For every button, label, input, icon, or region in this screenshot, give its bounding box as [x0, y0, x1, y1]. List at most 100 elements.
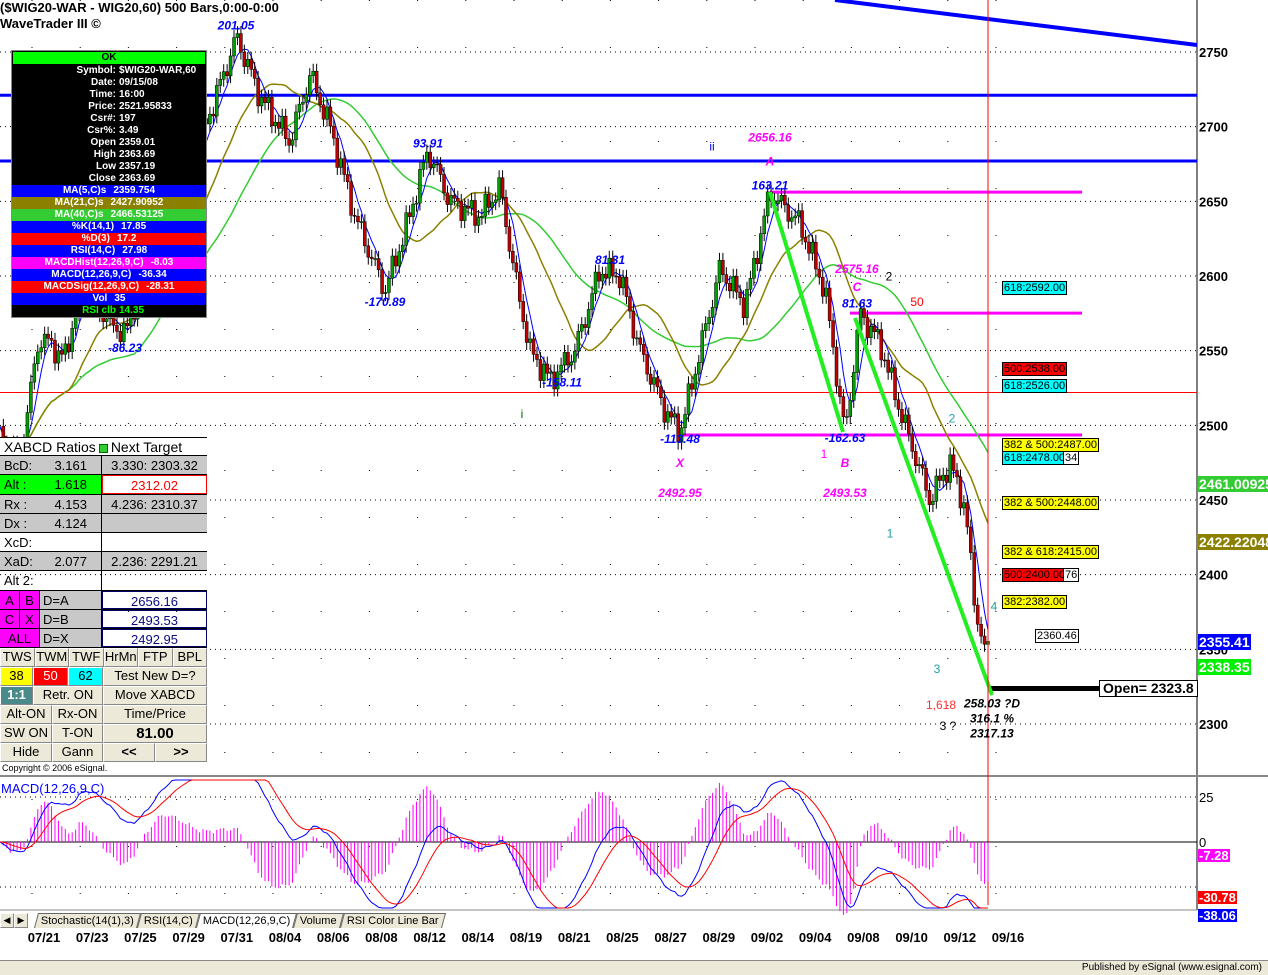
point-label: D=X [40, 628, 102, 648]
point-button[interactable]: A [0, 590, 20, 609]
candle [931, 500, 935, 505]
target-value [102, 513, 207, 532]
fib-level-box: 618:2526.00 [1002, 379, 1068, 394]
info-row: Csr#: 197 [12, 113, 206, 125]
axis-value-marker: 2422.22048 [1198, 533, 1268, 550]
point-button[interactable]: C [0, 609, 20, 628]
axis-value-marker: 2338.35 [1198, 659, 1251, 676]
info-label: Low [96, 161, 116, 172]
t-on-button[interactable]: T-ON [52, 724, 103, 744]
candle [400, 244, 405, 252]
ratio-button[interactable]: 1:1 [0, 686, 33, 706]
candle [411, 203, 415, 217]
candle [270, 97, 274, 127]
info-value: 09/15/08 [119, 77, 158, 88]
info-row: Open 2359.01 [12, 137, 206, 149]
move-xabcd-button[interactable]: Move XABCD [103, 686, 207, 706]
date-tick-label: 08/06 [316, 930, 350, 945]
tool-button-ftp[interactable]: FTP [138, 648, 173, 668]
green-square-icon [98, 444, 108, 453]
tab-rsi-color-line-bar[interactable]: RSI Color Line Bar [339, 913, 446, 928]
info-row: Vol 35 [12, 293, 206, 305]
tab-volume[interactable]: Volume [293, 913, 344, 928]
wave-annotation: 2492.95 [657, 486, 702, 500]
candle [765, 191, 770, 217]
retr-on-button[interactable]: Retr. ON [33, 686, 103, 706]
hide-button[interactable]: Hide [0, 743, 52, 763]
candle [648, 373, 653, 385]
point-button[interactable]: B [20, 590, 40, 609]
candle [969, 526, 973, 553]
rx-on-button[interactable]: Rx-ON [52, 705, 103, 725]
point-button[interactable]: X [20, 609, 40, 628]
prev-button[interactable]: << [103, 743, 155, 763]
fib-level-box: 618:2592.00 [1002, 280, 1068, 295]
tab-label: Stochastic(14(1),3) [40, 915, 134, 927]
cd-leg-line[interactable] [853, 317, 994, 696]
candle [394, 255, 398, 267]
fib-level-box: 382 & 500:2448.00 [1002, 495, 1099, 510]
candle [321, 104, 326, 120]
candle [507, 226, 512, 252]
tool-button-twf[interactable]: TWF [69, 648, 104, 668]
date-tick-label: 08/19 [509, 930, 543, 945]
sw-on-button[interactable]: SW ON [0, 724, 52, 744]
ratio-row: Alt 2: [0, 571, 207, 591]
candle [418, 169, 422, 204]
candle [693, 373, 698, 390]
candle [328, 106, 333, 127]
ab-leg-line[interactable] [768, 191, 845, 433]
tool-button-tws[interactable]: TWS [0, 648, 35, 668]
candle [318, 92, 322, 106]
candle [803, 237, 808, 243]
y-tick-label: 2500 [1199, 418, 1228, 433]
candle [49, 338, 54, 341]
candle [845, 416, 849, 418]
tab-stochastic[interactable]: Stochastic(14(1),3) [33, 913, 141, 928]
next-button[interactable]: >> [155, 743, 207, 763]
time-price-button[interactable]: Time/Price [103, 705, 207, 725]
candle [332, 125, 336, 139]
tab-macd[interactable]: MACD(12,26,9,C) [195, 913, 298, 928]
candle [518, 271, 522, 302]
candle [900, 409, 904, 423]
scroll-right-button[interactable]: ▶ [14, 913, 28, 928]
test-new-d-button[interactable]: Test New D=? [103, 667, 207, 687]
info-row: RSI(14,C) 27.98 [12, 245, 206, 257]
axis-value-marker: 2355.41 [1198, 633, 1251, 650]
info-label: RSI(14,C) [70, 245, 116, 256]
ratio-value: 3.161 [54, 458, 87, 474]
candle [239, 33, 243, 53]
fib-38-button[interactable]: 38 [0, 667, 33, 687]
candle [886, 359, 890, 373]
candle [941, 474, 945, 481]
alt-on-button[interactable]: Alt-ON [0, 705, 52, 725]
ratio-cell: Alt 2: [0, 571, 102, 590]
trend-line[interactable] [834, 0, 1198, 47]
date-tick-label: 07/25 [124, 930, 157, 945]
candle [752, 258, 756, 279]
scroll-left-button[interactable]: ◀ [0, 913, 14, 928]
wave-annotation: C [853, 280, 862, 294]
price-box: 34 [1063, 451, 1080, 466]
candle [628, 296, 632, 312]
tool-button-hrmn[interactable]: HrMn [103, 648, 138, 668]
wave-annotation: 1 [887, 526, 894, 540]
tool-button-twm[interactable]: TWM [34, 648, 69, 668]
candle [951, 454, 956, 471]
value-field[interactable]: 81.00 [103, 724, 207, 744]
tool-button-bpl[interactable]: BPL [172, 648, 207, 668]
candle [46, 333, 50, 339]
tab-rsi[interactable]: RSI(14,C) [136, 913, 200, 928]
fib-62-button[interactable]: 62 [68, 667, 103, 687]
candle [738, 291, 742, 299]
wave-annotation: 1,618 [926, 698, 956, 712]
date-tick-label: 08/27 [654, 930, 687, 945]
fib-50-button[interactable]: 50 [33, 667, 68, 687]
candle [266, 97, 271, 103]
ratio-label: XcD: [4, 534, 33, 550]
info-label: Vol [92, 293, 108, 304]
gann-button[interactable]: Gann [52, 743, 103, 763]
all-button[interactable]: ALL [0, 628, 40, 648]
wave-annotation: -170.89 [365, 295, 406, 309]
